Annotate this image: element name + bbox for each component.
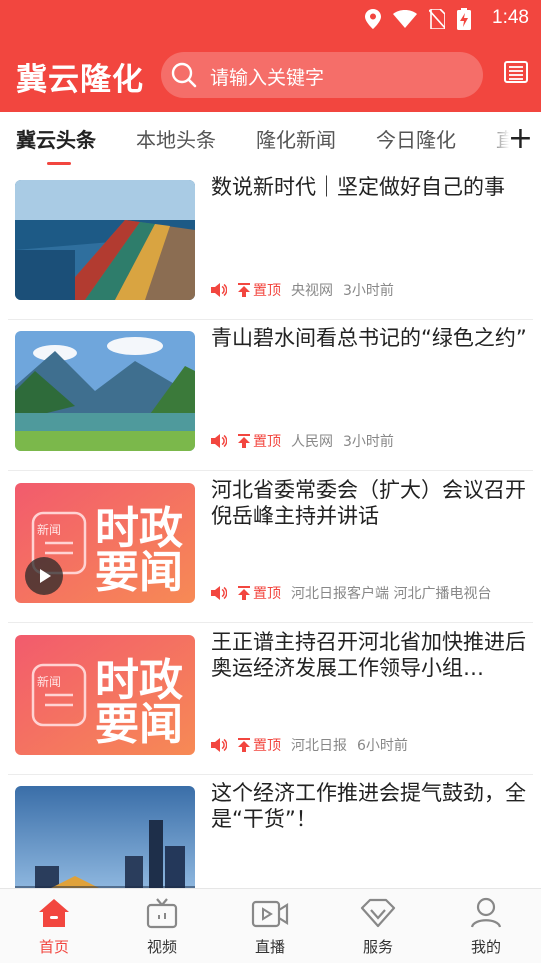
- live-video-icon: [251, 900, 289, 928]
- pinned-badge: 置顶: [237, 280, 281, 300]
- bottom-navigation: 首页 视频 直播 服务 我的: [0, 888, 541, 963]
- article-meta: 置顶 河北日报客户端 河北广播电视台: [211, 583, 491, 603]
- pin-top-icon: [238, 434, 250, 448]
- article-thumbnail: [15, 180, 195, 300]
- nav-live-label: 直播: [254, 938, 285, 956]
- wifi-icon: [393, 10, 417, 28]
- search-icon: [171, 62, 197, 88]
- speaker-icon[interactable]: [211, 434, 227, 448]
- tab-longhua-news[interactable]: 隆化新闻: [256, 124, 336, 153]
- article-time: 3小时前: [343, 434, 394, 450]
- category-tabs: 冀云头条 本地头条 隆化新闻 今日隆化 直 +: [0, 112, 541, 168]
- home-icon: [39, 899, 69, 927]
- article-thumbnail: 新闻 时政 要闻: [15, 635, 195, 755]
- article-time: 3小时前: [343, 283, 394, 299]
- play-icon: [40, 569, 51, 583]
- article-title: 青山碧水间看总书记的“绿色之约”: [211, 326, 527, 350]
- pinned-label: 置顶: [253, 434, 281, 450]
- nav-video[interactable]: 视频: [122, 897, 202, 957]
- article-source: 人民网: [291, 434, 333, 450]
- list-item[interactable]: 这个经济工作推进会提气鼓劲，全是“干货”！: [0, 774, 541, 888]
- thumb-line2: 要闻: [95, 699, 183, 750]
- diamond-icon: [360, 898, 396, 928]
- pinned-label: 置顶: [253, 738, 281, 754]
- newspaper-icon[interactable]: [503, 59, 529, 85]
- pin-top-icon: [238, 283, 250, 297]
- pinned-label: 置顶: [253, 283, 281, 299]
- nav-mine-label: 我的: [470, 938, 501, 956]
- article-source: 河北日报客户端 河北广播电视台: [291, 586, 492, 602]
- article-thumbnail: [15, 786, 195, 888]
- nav-home[interactable]: 首页: [14, 897, 94, 957]
- article-source: 河北日报: [291, 738, 347, 754]
- speaker-icon[interactable]: [211, 283, 227, 297]
- app-brand: 冀云隆化: [16, 62, 144, 98]
- thumb-line2: 要闻: [95, 547, 183, 598]
- status-time: 1:48: [492, 7, 529, 28]
- search-placeholder: 请输入关键字: [210, 67, 325, 89]
- article-meta: 置顶 央视网 3小时前: [211, 280, 394, 300]
- no-sim-icon: [429, 9, 445, 29]
- article-title: 王正谱主持召开河北省加快推进后奥运经济发展工作领导小组…: [211, 630, 526, 680]
- pinned-badge: 置顶: [237, 431, 281, 451]
- nav-service-label: 服务: [362, 938, 393, 956]
- article-thumbnail: [15, 331, 195, 451]
- status-bar: 1:48: [0, 0, 541, 38]
- pinned-badge: 置顶: [237, 583, 281, 603]
- article-title: 这个经济工作推进会提气鼓劲，全是“干货”！: [211, 781, 526, 831]
- nav-home-label: 首页: [38, 938, 69, 956]
- pinned-label: 置顶: [253, 586, 281, 602]
- article-meta: 置顶 河北日报 6小时前: [211, 735, 408, 755]
- list-item[interactable]: 数说新时代｜坚定做好自己的事 置顶 央视网 3小时前: [0, 168, 541, 320]
- tab-today-longhua[interactable]: 今日隆化: [376, 124, 456, 153]
- user-icon: [470, 897, 502, 928]
- tab-local-headlines[interactable]: 本地头条: [136, 124, 216, 153]
- pin-top-icon: [238, 586, 250, 600]
- nav-live[interactable]: 直播: [230, 897, 310, 957]
- location-icon: [365, 9, 381, 29]
- article-source: 央视网: [291, 283, 333, 299]
- app-header: 冀云隆化 请输入关键字: [0, 38, 541, 112]
- thumb-badge-text: 新闻: [37, 674, 61, 689]
- list-item[interactable]: 新闻 时政 要闻 王正谱主持召开河北省加快推进后奥运经济发展工作领导小组… 置顶…: [0, 623, 541, 775]
- nav-mine[interactable]: 我的: [446, 897, 526, 957]
- list-item[interactable]: 新闻 时政 要闻 河北省委常委会（扩大）会议召开 倪岳峰主持并讲话 置顶 河北日…: [0, 471, 541, 623]
- add-tab-icon[interactable]: +: [508, 124, 533, 154]
- pin-top-icon: [238, 738, 250, 752]
- article-time: 6小时前: [357, 738, 408, 754]
- play-button[interactable]: [25, 557, 63, 595]
- battery-charging-icon: [457, 8, 471, 30]
- speaker-icon[interactable]: [211, 586, 227, 600]
- article-thumbnail: 新闻 时政 要闻: [15, 483, 195, 603]
- list-item[interactable]: 青山碧水间看总书记的“绿色之约” 置顶 人民网 3小时前: [0, 319, 541, 471]
- tab-jiyun-headlines[interactable]: 冀云头条: [16, 124, 96, 153]
- active-tab-indicator: [47, 162, 71, 165]
- status-icons: [365, 8, 471, 30]
- speaker-icon[interactable]: [211, 738, 227, 752]
- article-title: 河北省委常委会（扩大）会议召开 倪岳峰主持并讲话: [211, 478, 526, 528]
- tv-icon: [146, 898, 178, 929]
- nav-video-label: 视频: [146, 938, 177, 956]
- thumb-badge-text: 新闻: [37, 522, 61, 537]
- news-list: 数说新时代｜坚定做好自己的事 置顶 央视网 3小时前 青山碧水间看总书记的“绿色…: [0, 168, 541, 888]
- article-title: 数说新时代｜坚定做好自己的事: [211, 175, 505, 199]
- nav-service[interactable]: 服务: [338, 897, 418, 957]
- article-meta: 置顶 人民网 3小时前: [211, 431, 394, 451]
- pinned-badge: 置顶: [237, 735, 281, 755]
- search-bar[interactable]: 请输入关键字: [161, 52, 483, 98]
